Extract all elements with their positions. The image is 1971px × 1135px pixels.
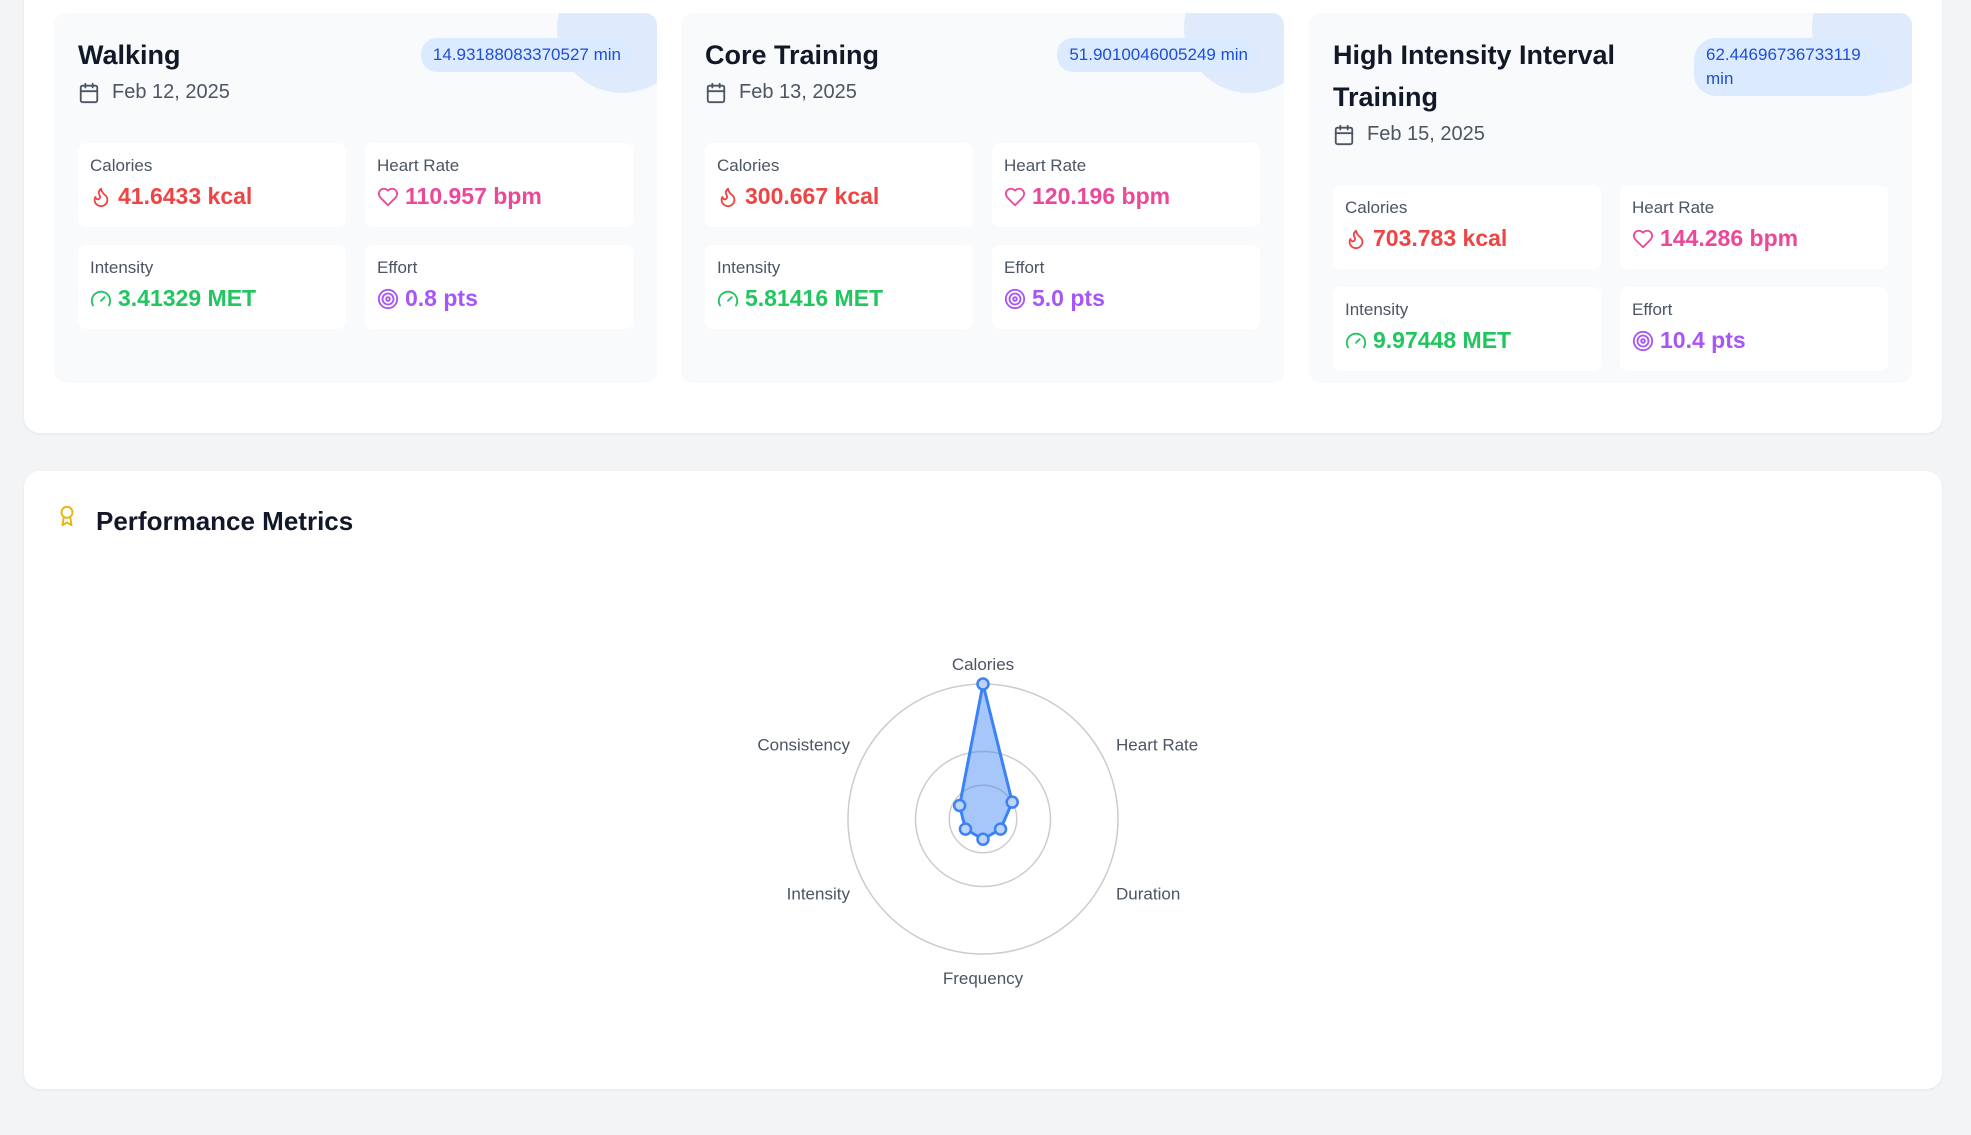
workout-date: Feb 15, 2025 — [1333, 123, 1485, 146]
heart-rate-label: Heart Rate — [1004, 156, 1087, 175]
radar-axis-label: Intensity — [787, 885, 851, 904]
target-icon — [377, 288, 399, 310]
effort-label: Effort — [377, 258, 418, 277]
intensity-label: Intensity — [717, 258, 781, 277]
radar-point-consistency[interactable] — [952, 798, 967, 813]
heart-rate-value: 110.957 bpm — [405, 183, 542, 209]
heart-icon — [1632, 228, 1654, 250]
workout-card-walking[interactable]: Walking 14.93188083370527 min Feb 12, 20… — [54, 13, 657, 383]
gauge-icon — [1345, 330, 1367, 352]
radar-axis-label: Consistency — [757, 736, 850, 755]
radar-point-heart-rate[interactable] — [1005, 795, 1019, 809]
heart-icon — [377, 186, 399, 208]
radar-point-frequency[interactable] — [976, 832, 990, 846]
flame-icon — [90, 186, 112, 208]
heart-rate-label: Heart Rate — [377, 156, 460, 175]
date-text: Feb 12, 2025 — [112, 81, 230, 103]
calories-value: 703.783 kcal — [1373, 225, 1508, 251]
workout-title: Core Training — [705, 40, 880, 70]
heart-rate-label: Heart Rate — [1632, 198, 1715, 217]
intensity-tile: Intensity 5.81416 MET — [705, 245, 973, 329]
intensity-label: Intensity — [1345, 300, 1409, 319]
intensity-value: 3.41329 MET — [118, 285, 257, 311]
calories-label: Calories — [90, 156, 153, 175]
radar-axis-label: Frequency — [943, 969, 1024, 988]
workout-date: Feb 13, 2025 — [705, 81, 857, 104]
radar-point-duration[interactable] — [993, 822, 1008, 836]
heart-rate-value: 144.286 bpm — [1660, 225, 1799, 251]
effort-label: Effort — [1004, 258, 1045, 277]
target-icon — [1632, 330, 1654, 352]
workout-card-core-training[interactable]: Core Training 51.9010046005249 min Feb 1… — [681, 13, 1284, 383]
radar-point-calories[interactable] — [976, 677, 990, 691]
performance-metrics-panel: Performance Metrics Calories Heart Rate Du… — [24, 471, 1942, 1089]
workout-date: Feb 12, 2025 — [78, 81, 230, 104]
radar-axis-label: Heart Rate — [1116, 736, 1198, 755]
calories-value: 41.6433 kcal — [118, 183, 253, 209]
intensity-tile: Intensity 3.41329 MET — [78, 245, 346, 329]
effort-tile: Effort 0.8 pts — [365, 245, 633, 329]
calories-tile: Calories 300.667 kcal — [705, 143, 973, 227]
heart-icon — [1004, 186, 1026, 208]
date-text: Feb 13, 2025 — [739, 81, 857, 103]
intensity-label: Intensity — [90, 258, 154, 277]
duration-badge: 51.9010046005249 min — [1057, 38, 1260, 72]
intensity-value: 9.97448 MET — [1373, 327, 1512, 353]
date-text: Feb 15, 2025 — [1367, 123, 1485, 145]
radar-axis-label: Calories — [952, 655, 1014, 674]
heart-rate-tile: Heart Rate 120.196 bpm — [992, 143, 1260, 227]
workout-title: High Intensity Interval Training — [1333, 40, 1616, 112]
effort-tile: Effort 5.0 pts — [992, 245, 1260, 329]
heart-rate-value: 120.196 bpm — [1032, 183, 1171, 209]
radar-point-intensity[interactable] — [958, 822, 973, 836]
effort-tile: Effort 10.4 pts — [1620, 287, 1888, 371]
workout-title: Walking — [78, 40, 181, 70]
calories-label: Calories — [1345, 198, 1408, 217]
effort-value: 5.0 pts — [1032, 285, 1105, 311]
calories-tile: Calories 41.6433 kcal — [78, 143, 346, 227]
calendar-icon — [705, 82, 727, 104]
calendar-icon — [78, 82, 100, 104]
duration-badge: 62.44696736733119 min — [1694, 38, 1888, 96]
calendar-icon — [1333, 124, 1355, 146]
effort-value: 10.4 pts — [1660, 327, 1746, 353]
effort-label: Effort — [1632, 300, 1673, 319]
gauge-icon — [717, 288, 739, 310]
workouts-panel: Walking 14.93188083370527 min Feb 12, 20… — [24, 0, 1942, 433]
calories-tile: Calories 703.783 kcal — [1333, 185, 1601, 269]
duration-badge: 14.93188083370527 min — [420, 38, 633, 72]
calories-value: 300.667 kcal — [745, 183, 880, 209]
intensity-value: 5.81416 MET — [745, 285, 884, 311]
flame-icon — [1345, 228, 1367, 250]
radar-axis-label: Duration — [1116, 885, 1180, 904]
radar-series-area — [958, 682, 1014, 841]
heart-rate-tile: Heart Rate 144.286 bpm — [1620, 185, 1888, 269]
flame-icon — [717, 186, 739, 208]
workout-card-hiit[interactable]: High Intensity Interval Training 62.4469… — [1309, 13, 1912, 383]
heart-rate-tile: Heart Rate 110.957 bpm — [365, 143, 633, 227]
calories-label: Calories — [717, 156, 780, 175]
effort-value: 0.8 pts — [405, 285, 478, 311]
gauge-icon — [90, 288, 112, 310]
radar-chart: Calories Heart Rate Duration Frequency Inten… — [757, 655, 1198, 988]
intensity-tile: Intensity 9.97448 MET — [1333, 287, 1601, 371]
target-icon — [1004, 288, 1026, 310]
